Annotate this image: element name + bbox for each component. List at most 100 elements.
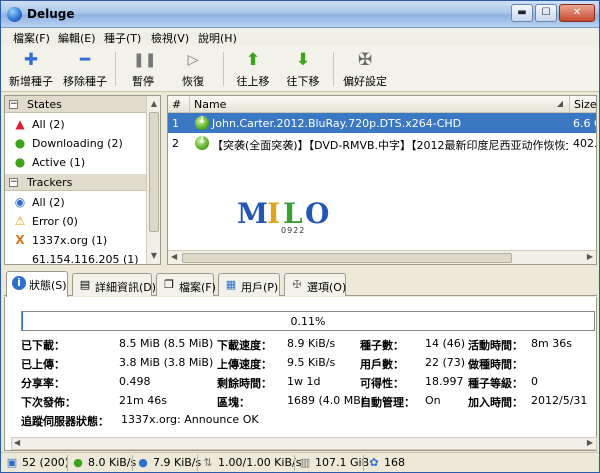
status-panel: 0.11% 已下載： 8.5 MiB (8.5 MiB) 下載速度： 8.9 KiB/… [4,297,597,451]
toolbar-separator [333,52,334,86]
dht-status[interactable]: ✿ 168 [367,456,405,470]
title-bar: Deluge ▬ ☐ ✕ [1,1,599,28]
sidebar-item-1337x[interactable]: X 1337x.org (1) [5,231,147,250]
menu-view[interactable]: 檢視(V) [151,30,189,46]
tracker-icon: X [15,233,25,247]
move-up-label: 往上移 [236,75,270,88]
add-torrent-button[interactable]: ✚ 新增種子 [5,49,57,89]
resume-button[interactable]: ▷ 恢復 [167,49,219,89]
sidebar-item-active[interactable]: ● Active (1) [5,153,147,172]
column-header-name[interactable]: Name ◢ [190,96,570,113]
toolbar-separator [223,52,224,86]
status-field-label: 下次發佈： [21,396,76,409]
tab-details[interactable]: ▤ 詳細資訊(D) [72,273,156,296]
status-field-value: 8m 36s [531,337,572,350]
menu-edit[interactable]: 編輯(E) [58,30,96,46]
column-header-num[interactable]: # [168,96,190,113]
scrollbar-thumb[interactable] [149,112,159,232]
scrollbar-thumb[interactable] [182,253,512,263]
connections-icon: ▣ [6,456,18,469]
toolbar-separator [115,52,116,86]
download-icon: ● [14,136,26,150]
options-icon: ✠ [292,278,302,291]
tab-files[interactable]: ❐ 檔案(F) [156,273,216,296]
upload-speed-status[interactable]: ● 7.9 KiB/s [136,456,201,470]
watermark-number: 0922 [281,226,306,235]
free-space-status[interactable]: ▥ 107.1 GiB [298,456,369,470]
menu-file[interactable]: 檔案(F) [13,30,50,46]
status-separator [132,455,133,471]
download-speed-icon: ● [73,456,83,469]
disk-icon: ▥ [299,456,311,469]
sidebar-item-downloading[interactable]: ● Downloading (2) [5,134,147,153]
move-down-button[interactable]: ⬇ 往下移 [277,49,329,89]
preferences-button[interactable]: ✠ 偏好設定 [339,49,391,89]
torrent-list: # Name ◢ Size 1 John.Carter.2012.BluRay.… [167,95,597,265]
toolbar: ✚ 新增種子 ━ 移除種子 ❚❚ 暫停 ▷ 恢復 ⬆ 往上移 ⬇ 往下移 ✠ 偏… [1,46,599,92]
move-up-button[interactable]: ⬆ 往上移 [227,49,279,89]
menu-torrent[interactable]: 種子(T) [104,30,141,46]
scroll-left-icon[interactable]: ◀ [171,252,177,261]
scroll-left-icon[interactable]: ◀ [14,438,20,447]
milo-watermark: M I L O 0922 [233,197,353,237]
sidebar-scrollbar[interactable]: ▲ ▼ [146,96,160,264]
torrent-row[interactable]: 1 John.Carter.2012.BluRay.720p.DTS.x264-… [168,113,596,133]
plus-icon: ✚ [23,50,39,70]
minimize-button[interactable]: ▬ [511,4,533,22]
sidebar-item-trackers-all[interactable]: ◉ All (2) [5,193,147,212]
resume-label: 恢復 [182,75,204,88]
scroll-right-icon[interactable]: ▶ [587,252,593,261]
status-panel-hscrollbar[interactable]: ◀ ▶ [11,437,597,450]
wrench-icon: ✠ [357,50,373,70]
free-space-value: 107.1 GiB [315,456,370,469]
traffic-icon: ⇅ [203,456,213,469]
status-field-label: 分享率： [21,377,65,390]
status-field-label: 活動時間： [468,339,523,352]
pause-button[interactable]: ❚❚ 暫停 [117,49,169,89]
states-header[interactable]: − States [5,96,147,113]
scroll-right-icon[interactable]: ▶ [587,438,593,447]
scroll-down-icon[interactable]: ▼ [148,249,160,262]
status-field-label: 種子數： [360,339,404,352]
status-field-value: 1689 (4.0 MB) [287,394,366,407]
torrent-name: John.Carter.2012.BluRay.720p.DTS.x264-CH… [212,117,462,130]
status-field-label: 加入時間： [468,396,523,409]
tab-status[interactable]: i 狀態(S) [6,271,68,297]
sidebar-item-label: Active (1) [32,156,86,169]
preferences-label: 偏好設定 [343,75,387,88]
menu-help[interactable]: 說明(H) [198,30,237,46]
close-button[interactable]: ✕ [559,4,595,22]
tab-peers[interactable]: ▦ 用戶(P) [218,273,280,296]
column-header-size[interactable]: Size [570,96,596,113]
scroll-up-icon[interactable]: ▲ [148,97,160,110]
status-field-value: 14 (46) [425,337,466,350]
status-field-value: 1w 1d [287,375,321,388]
menu-bar: 檔案(F) 編輯(E) 種子(T) 檢視(V) 說明(H) [1,28,599,46]
dht-value: 168 [384,456,405,469]
status-field-label: 剩餘時間： [217,377,272,390]
connections-status[interactable]: ▣ 52 (200) [5,456,69,470]
pause-icon: ❚❚ [133,52,157,68]
sidebar-item-error[interactable]: ⚠ Error (0) [5,212,147,231]
protocol-traffic-status[interactable]: ⇅ 1.00/1.00 KiB/s [201,456,301,470]
remove-torrent-button[interactable]: ━ 移除種子 [59,49,111,89]
states-header-label: States [27,98,62,111]
torrent-name: 【突袭(全面突袭)】【DVD-RMVB.中字】【2012最新印度尼西亚动作恢恢大… [212,139,568,152]
torrent-list-hscrollbar[interactable]: ◀ ▶ [168,250,596,264]
minus-icon: ━ [79,50,91,70]
maximize-button[interactable]: ☐ [535,4,557,22]
torrent-row[interactable]: 2 【突袭(全面突袭)】【DVD-RMVB.中字】【2012最新印度尼西亚动作恢… [168,133,596,153]
collapse-icon[interactable]: − [9,178,18,187]
collapse-icon[interactable]: − [9,100,18,109]
dht-icon: ✿ [369,456,379,469]
trackers-header[interactable]: − Trackers [5,174,147,191]
download-speed-status[interactable]: ● 8.0 KiB/s [71,456,136,470]
tab-options[interactable]: ✠ 選項(O) [284,273,346,296]
tracker-status-label: 追蹤伺服器狀態： [21,415,109,428]
sidebar-item-states-all[interactable]: ▲ All (2) [5,115,147,134]
window-title: Deluge [27,7,75,21]
warning-icon: ⚠ [14,214,26,228]
play-icon: ▷ [187,52,199,68]
sidebar-item-ip-tracker[interactable]: 61.154.116.205 (1) [5,250,147,264]
arrow-down-icon: ⬇ [295,50,311,70]
